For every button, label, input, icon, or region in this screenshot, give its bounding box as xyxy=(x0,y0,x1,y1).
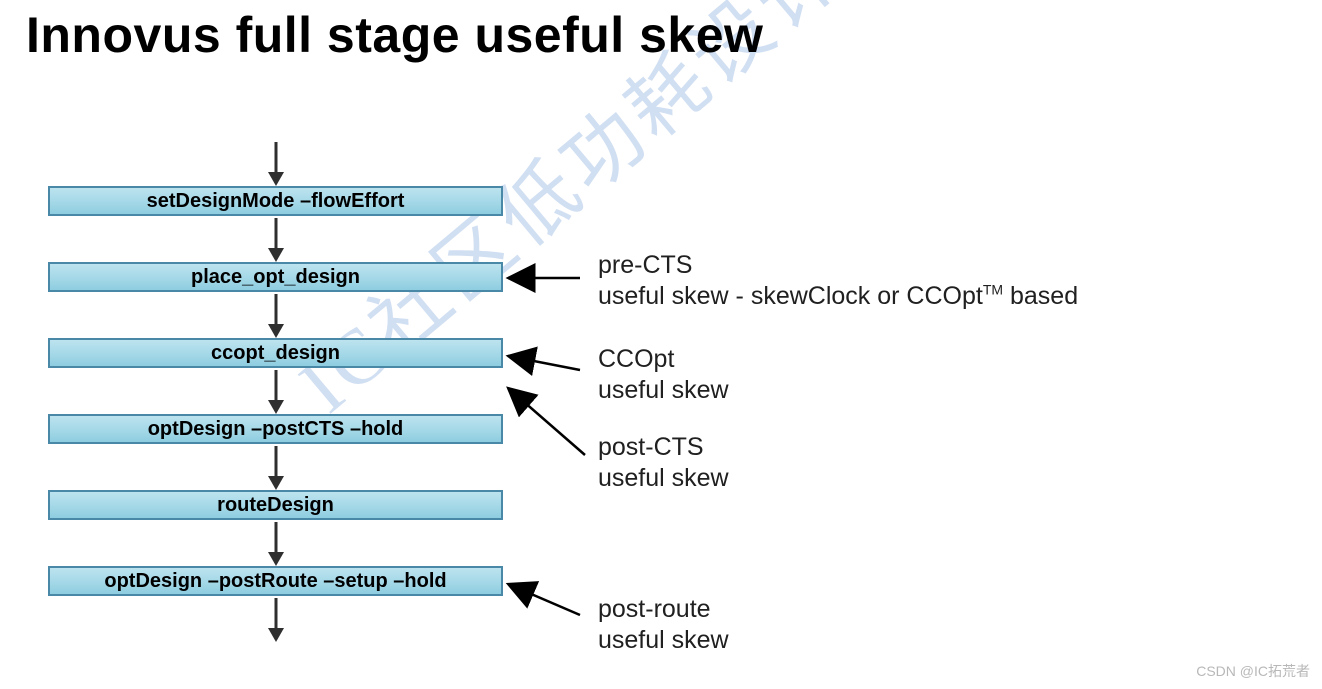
flow-step-ccopt-design: ccopt_design xyxy=(48,338,503,368)
flow-step-place-opt-design: place_opt_design xyxy=(48,262,503,292)
flow-step-optdesign-postroute: optDesign –postRoute –setup –hold xyxy=(48,566,503,596)
annotation-line: useful skew xyxy=(598,626,729,654)
annotation-line: pre-CTS xyxy=(598,251,692,279)
page-title: Innovus full stage useful skew xyxy=(26,6,763,64)
annotation-post-cts: post-CTS useful skew xyxy=(598,432,729,495)
annotation-line: useful skew xyxy=(598,376,729,404)
arrow-down-icon xyxy=(48,444,503,490)
arrow-down-icon xyxy=(48,368,503,414)
credit-text: CSDN @IC拓荒者 xyxy=(1196,661,1310,681)
annotation-post-route: post-route useful skew xyxy=(598,594,729,657)
arrow-down-icon xyxy=(48,292,503,338)
annotation-line: CCOpt xyxy=(598,345,674,373)
flowchart: setDesignMode –flowEffort place_opt_desi… xyxy=(48,140,503,642)
arrow-down-icon xyxy=(48,520,503,566)
arrow-down-icon xyxy=(48,596,503,642)
flow-step-optdesign-postcts: optDesign –postCTS –hold xyxy=(48,414,503,444)
annotation-line: post-CTS xyxy=(598,433,704,461)
flow-step-label: optDesign –postCTS –hold xyxy=(148,418,404,441)
flow-step-label: place_opt_design xyxy=(191,266,360,289)
flow-step-label: routeDesign xyxy=(217,494,334,517)
flow-step-label: ccopt_design xyxy=(211,342,340,365)
flow-step-label: setDesignMode –flowEffort xyxy=(147,190,405,213)
annotation-pre-cts: pre-CTS useful skew - skewClock or CCOpt… xyxy=(598,250,1078,313)
trademark-symbol: TM xyxy=(983,282,1003,298)
annotation-line: useful skew xyxy=(598,464,729,492)
annotation-line: useful skew - skewClock or CCOpt xyxy=(598,282,983,310)
annotation-ccopt: CCOpt useful skew xyxy=(598,344,729,407)
arrow-down-icon xyxy=(48,140,503,186)
annotation-line: based xyxy=(1003,282,1078,310)
flow-step-setdesignmode: setDesignMode –flowEffort xyxy=(48,186,503,216)
flow-step-label: optDesign –postRoute –setup –hold xyxy=(104,570,446,593)
annotation-line: post-route xyxy=(598,595,711,623)
arrow-down-icon xyxy=(48,216,503,262)
flow-step-routedesign: routeDesign xyxy=(48,490,503,520)
